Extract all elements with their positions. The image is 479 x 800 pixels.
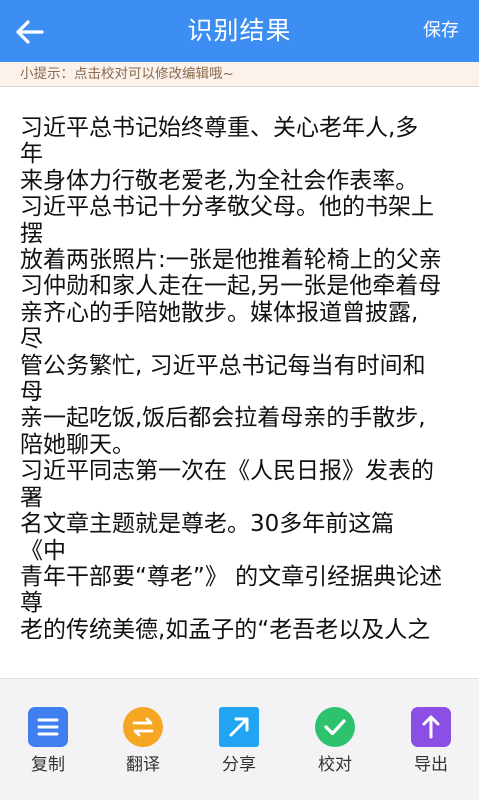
text-line: 亲一起吃饭,饭后都会拉着母亲的手散步, — [20, 405, 426, 432]
text-line: 陪她聊天。 — [20, 431, 135, 458]
tip-banner: 小提示：点击校对可以修改编辑哦~ — [0, 62, 479, 87]
share-button[interactable]: 分享 — [207, 707, 271, 776]
text-line: 母 — [20, 379, 43, 406]
text-line: 青年干部要“尊老”》 的文章引经据典论述 — [20, 563, 443, 590]
text-line: 习近平总书记始终尊重、关心老年人,多 — [20, 115, 419, 141]
text-line: 亲齐心的手陪她散步。媒体报道曾披露, — [20, 299, 419, 326]
export-button[interactable]: 导出 — [399, 707, 463, 776]
proofread-check-icon — [315, 707, 355, 747]
text-line: 《中 — [20, 537, 66, 564]
bottom-toolbar: 复制 翻译 分享 校对 导出 — [0, 678, 479, 800]
translate-label: 翻译 — [126, 755, 160, 775]
copy-label: 复制 — [31, 755, 65, 775]
proofread-label: 校对 — [318, 755, 352, 775]
share-label: 分享 — [222, 755, 256, 775]
text-line: 摆 — [20, 220, 43, 247]
recognized-text-area[interactable]: 习近平总书记始终尊重、关心老年人,多 年 来身体力行敬老爱老,为全社会作表率。 … — [0, 88, 479, 678]
copy-icon — [28, 707, 68, 747]
text-line: 管公务繁忙, 习近平总书记每当有时间和 — [20, 352, 426, 379]
text-line: 放着两张照片:一张是他推着轮椅上的父亲 — [20, 247, 442, 274]
text-line: 尊 — [20, 590, 43, 617]
text-line: 年 — [20, 141, 43, 168]
app-header: 识别结果 保存 — [0, 0, 479, 62]
copy-button[interactable]: 复制 — [16, 707, 80, 776]
proofread-button[interactable]: 校对 — [303, 707, 367, 776]
text-line: 习仲勋和家人走在一起,另一张是他牵着母 — [20, 273, 442, 300]
translate-button[interactable]: 翻译 — [111, 707, 175, 776]
text-line: 习近平总书记十分孝敬父母。他的书架上 — [20, 194, 434, 221]
save-button[interactable]: 保存 — [423, 0, 459, 62]
text-line: 来身体力行敬老爱老,为全社会作表率。 — [20, 167, 419, 194]
export-icon — [411, 707, 451, 747]
page-title: 识别结果 — [187, 16, 292, 45]
export-label: 导出 — [414, 755, 448, 775]
text-line: 尽 — [20, 326, 43, 353]
text-line: 名文章主题就是尊老。30多年前这篇 — [20, 511, 395, 538]
share-icon — [219, 707, 259, 747]
recognized-text: 习近平总书记始终尊重、关心老年人,多 年 来身体力行敬老爱老,为全社会作表率。 … — [20, 115, 472, 643]
text-line: 习近平同志第一次在《人民日报》发表的 — [20, 458, 434, 485]
text-line: 署 — [20, 484, 43, 511]
translate-icon — [123, 707, 163, 747]
text-line: 老的传统美德,如孟子的“老吾老以及人之 — [20, 616, 431, 643]
